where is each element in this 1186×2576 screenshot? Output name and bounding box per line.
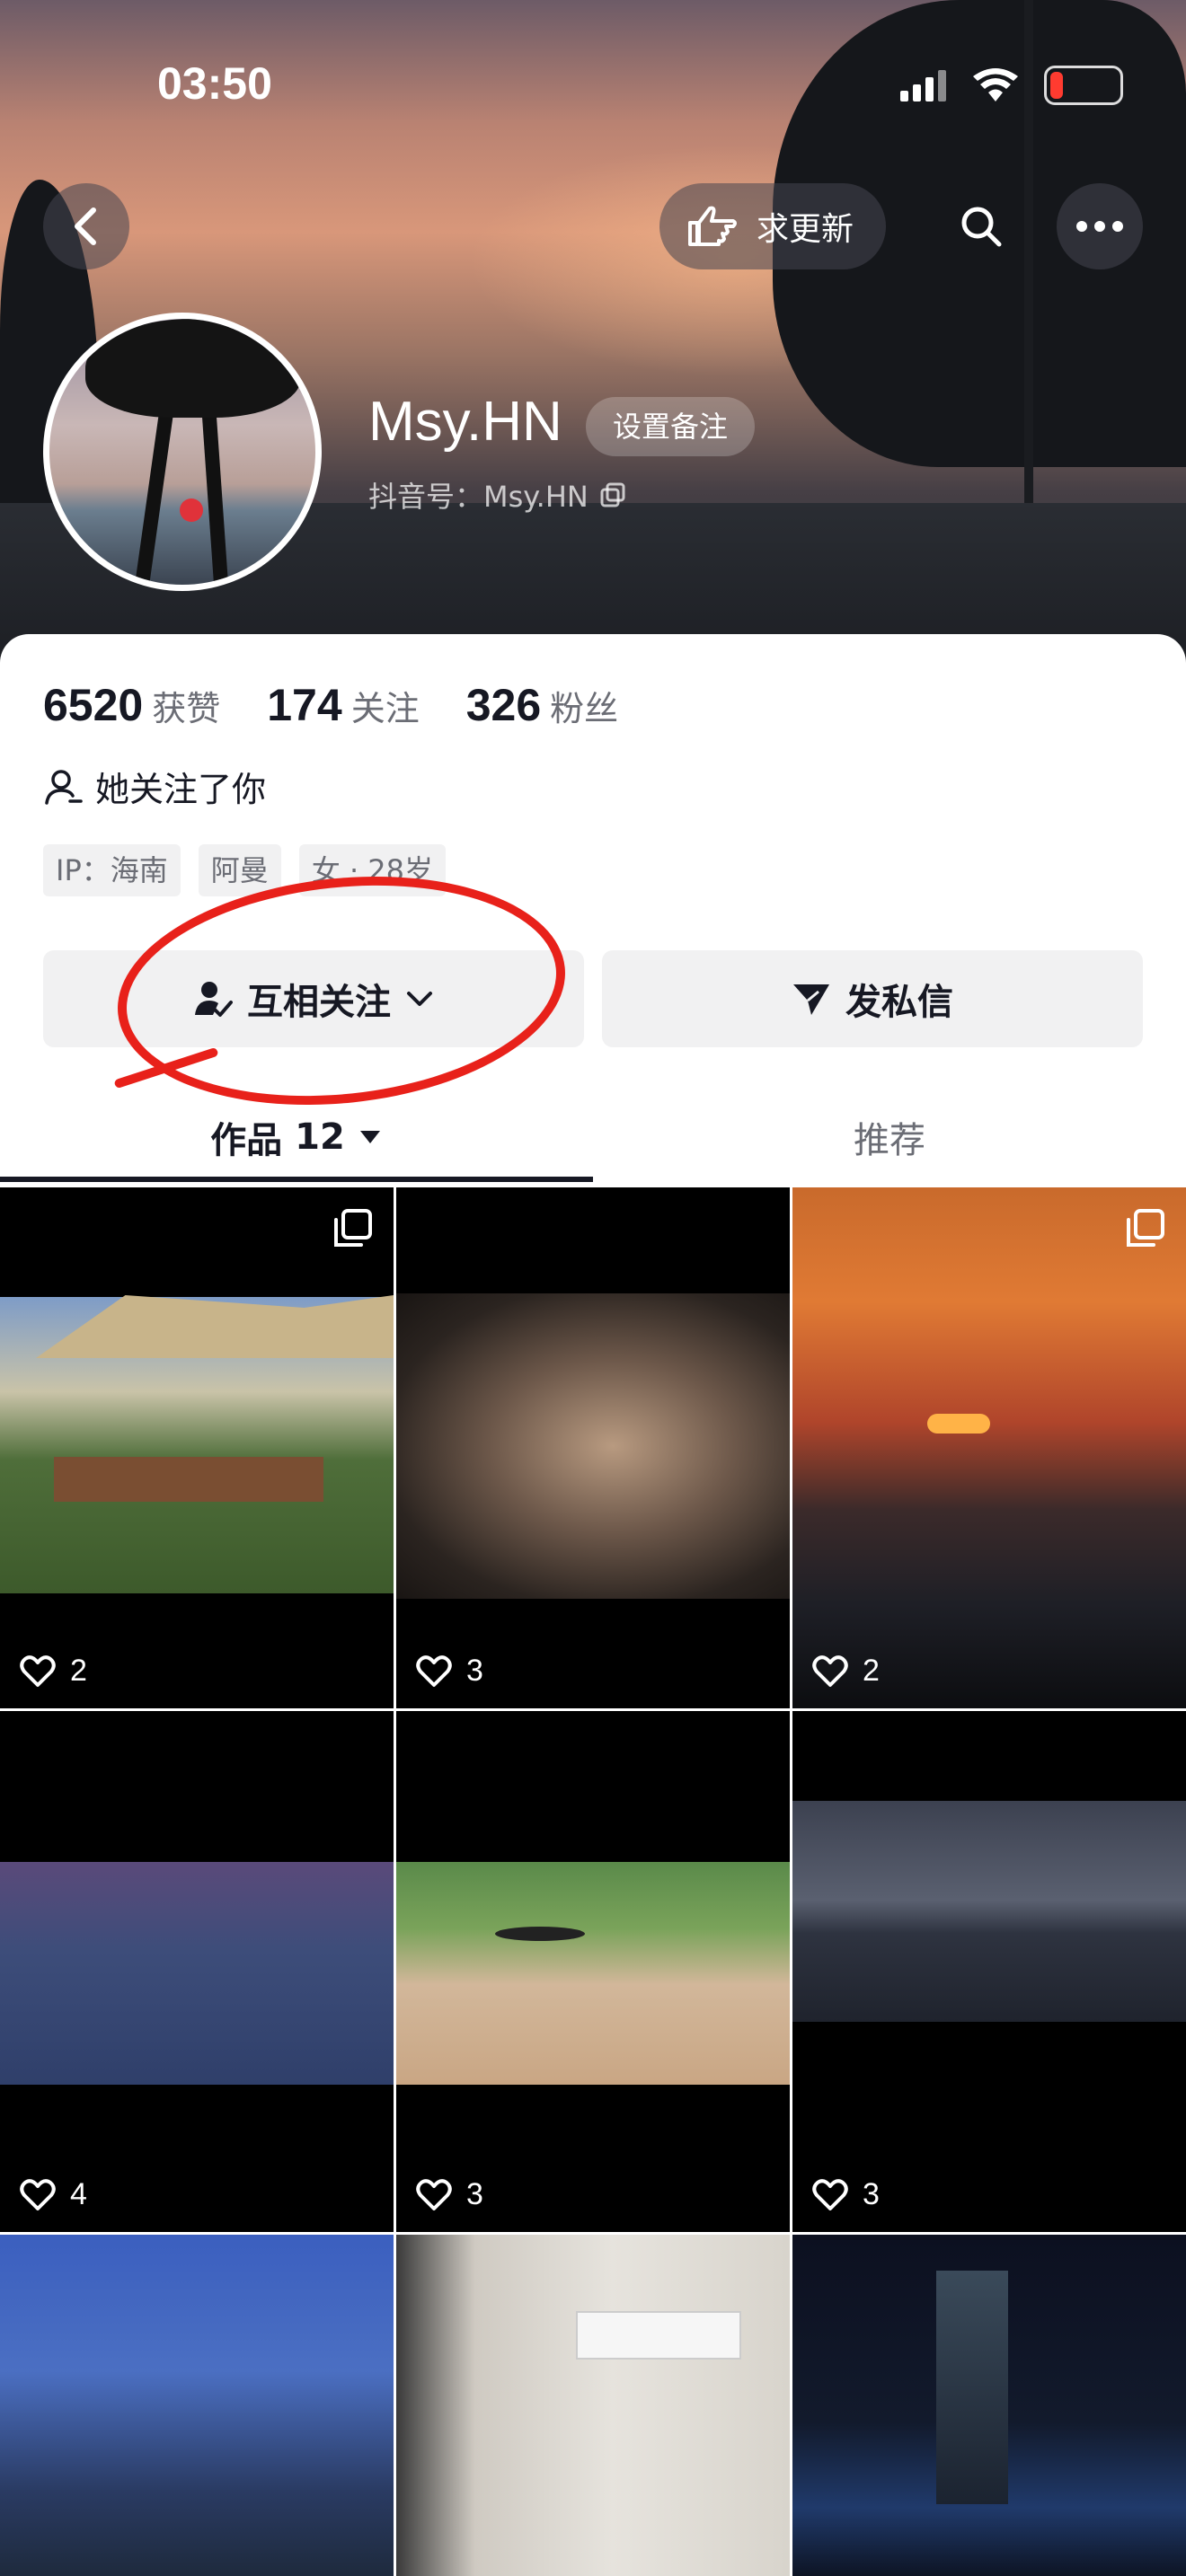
sunset-sun	[927, 1414, 990, 1434]
heart-icon	[20, 1654, 56, 1687]
post-thumbnail	[792, 1187, 1186, 1708]
send-icon	[793, 984, 829, 1015]
tab-active-indicator	[0, 1177, 593, 1182]
send-message-label: 发私信	[845, 982, 953, 1023]
tower-lights	[936, 2271, 1008, 2504]
signal-icon	[900, 70, 946, 101]
back-button[interactable]	[43, 183, 129, 269]
battery-icon	[1044, 66, 1123, 105]
stat-followers-label: 粉丝	[550, 689, 619, 728]
caret-down-icon	[359, 1131, 380, 1143]
more-button[interactable]	[1057, 183, 1143, 269]
stat-likes-label: 获赞	[152, 689, 221, 728]
hand-point-icon	[688, 206, 737, 246]
profile-tabs: 作品 12 推荐	[0, 1092, 1186, 1187]
avatar[interactable]	[43, 313, 322, 591]
more-icon	[1076, 221, 1123, 232]
avatar-fronds	[85, 319, 301, 418]
heart-icon	[812, 2178, 848, 2210]
tab-works-label: 作品	[210, 1120, 283, 1161]
tab-works[interactable]: 作品 12	[0, 1092, 593, 1182]
set-remark-button[interactable]: 设置备注	[586, 397, 756, 456]
post-thumbnail	[396, 1293, 790, 1599]
wifi-icon	[973, 68, 1018, 101]
post-likes: 2	[812, 1654, 880, 1689]
chevron-left-icon	[75, 207, 96, 245]
stat-following-label: 关注	[350, 689, 420, 728]
heart-icon	[20, 2178, 56, 2210]
post-likes-count: 4	[70, 2177, 87, 2211]
heart-icon	[416, 1654, 452, 1687]
profile-name: Msy.HN	[368, 391, 562, 453]
follows-you-row: 她关注了你	[43, 762, 266, 811]
post-likes: 3	[416, 1654, 483, 1689]
post-thumbnail	[792, 1801, 1186, 2022]
multi-image-icon	[1125, 1207, 1166, 1248]
post-likes-count: 3	[863, 2177, 880, 2211]
tab-recommend[interactable]: 推荐	[593, 1092, 1186, 1182]
tab-works-count: 12	[295, 1116, 345, 1158]
table	[54, 1457, 323, 1502]
stat-following[interactable]: 174 关注	[267, 679, 419, 731]
search-icon	[961, 207, 1002, 247]
search-button[interactable]	[938, 183, 1024, 269]
stat-followers[interactable]: 326 粉丝	[466, 679, 618, 731]
send-message-button[interactable]: 发私信	[602, 950, 1143, 1047]
post-grid: 2 3 2 4 3 3	[0, 1187, 1186, 2576]
post-tile[interactable]	[792, 2235, 1186, 2576]
multi-image-icon	[332, 1207, 374, 1248]
copy-icon[interactable]	[599, 481, 626, 508]
post-likes-count: 2	[70, 1654, 87, 1688]
request-update-label: 求更新	[757, 211, 854, 248]
tag-location: 阿曼	[198, 844, 281, 896]
post-tile[interactable]	[0, 2235, 394, 2576]
post-likes: 4	[20, 2177, 87, 2212]
post-tile[interactable]: 2	[792, 1187, 1186, 1708]
heart-icon	[812, 1654, 848, 1687]
user-icon	[45, 769, 83, 805]
post-likes-count: 3	[466, 2177, 483, 2211]
tab-recommend-label: 推荐	[854, 1120, 925, 1161]
post-tile[interactable]: 3	[792, 1711, 1186, 2232]
post-thumbnail	[396, 2235, 790, 2576]
post-tile[interactable]: 3	[396, 1711, 790, 2232]
post-likes-count: 3	[466, 1654, 483, 1688]
stat-followers-value: 326	[465, 680, 542, 730]
post-tile[interactable]: 4	[0, 1711, 394, 2232]
air-conditioner	[576, 2311, 741, 2360]
douyin-id: 抖音号：Msy.HN	[368, 474, 626, 516]
post-likes: 3	[416, 2177, 483, 2212]
tag-ip: IP：海南	[43, 844, 181, 896]
stat-likes-value: 6520	[43, 680, 144, 730]
post-tile[interactable]: 3	[396, 1187, 790, 1708]
post-likes: 3	[812, 2177, 880, 2212]
balcony-table	[495, 1927, 585, 1941]
post-thumbnail	[0, 1862, 394, 2085]
status-icons	[900, 63, 1123, 108]
post-tile[interactable]	[396, 2235, 790, 2576]
post-likes: 2	[20, 1654, 87, 1689]
profile-stats: 6520 获赞 174 关注 326 粉丝	[43, 679, 618, 731]
avatar-sun	[180, 498, 203, 522]
stat-likes[interactable]: 6520 获赞	[43, 679, 220, 731]
status-time: 03:50	[157, 58, 272, 109]
follows-you-text: 她关注了你	[95, 770, 267, 809]
stat-following-value: 174	[267, 680, 342, 730]
request-update-button[interactable]: 求更新	[659, 183, 887, 269]
post-thumbnail	[396, 1862, 790, 2085]
post-likes-count: 2	[863, 1654, 880, 1688]
post-thumbnail	[0, 2235, 394, 2576]
heart-icon	[416, 2178, 452, 2210]
douyin-id-text: 抖音号：Msy.HN	[368, 480, 589, 514]
post-tile[interactable]: 2	[0, 1187, 394, 1708]
